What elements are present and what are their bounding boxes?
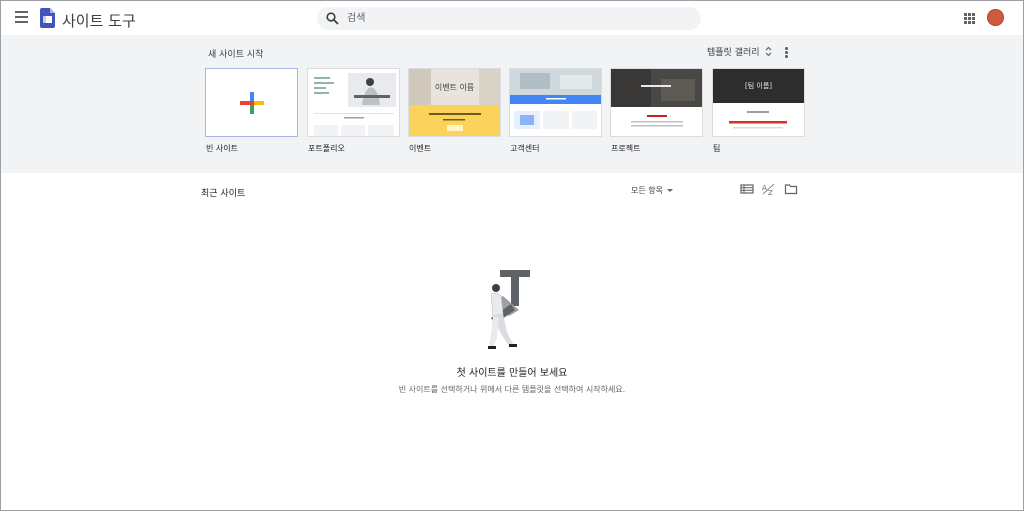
sites-logo-icon <box>40 8 55 28</box>
empty-state-illustration <box>488 270 530 349</box>
template-label: 빈 사이트 <box>206 144 238 153</box>
template-label: 프로젝트 <box>611 144 641 153</box>
app-window: 사이트 도구 새 사이트 시작 템플릿 갤러리 <box>0 0 1024 511</box>
recent-sites-heading: 최근 사이트 <box>201 189 246 199</box>
more-options-icon[interactable] <box>785 47 788 58</box>
portfolio-thumbnail <box>308 69 399 136</box>
template-gallery-label: 템플릿 갤러리 <box>707 48 760 58</box>
template-blank[interactable] <box>205 68 298 137</box>
template-gallery-button[interactable]: 템플릿 갤러리 <box>707 45 772 58</box>
folder-icon[interactable] <box>784 183 798 195</box>
apps-grid-icon[interactable] <box>964 13 975 24</box>
search-bar[interactable] <box>317 7 701 30</box>
event-thumbnail <box>409 69 500 136</box>
project-thumbnail <box>611 69 702 136</box>
list-view-icon[interactable] <box>740 183 754 195</box>
new-site-heading: 새 사이트 시작 <box>208 50 264 60</box>
account-avatar[interactable] <box>987 9 1004 26</box>
empty-state-title: 첫 사이트를 만들어 보세요 <box>456 368 568 379</box>
template-gallery-section: 새 사이트 시작 템플릿 갤러리 빈 사이트 포트폴리오 이벤트 이름 이벤트 … <box>1 35 1023 173</box>
search-icon[interactable] <box>326 12 339 25</box>
empty-state-subtitle: 빈 사이트를 선택하거나 위에서 다른 템플릿을 선택하여 시작하세요. <box>398 385 626 394</box>
team-thumbnail-title: [팀 이름] <box>744 82 772 90</box>
svg-text:Z: Z <box>768 189 773 195</box>
sort-az-icon[interactable]: A Z <box>762 183 776 195</box>
event-thumbnail-title: 이벤트 이름 <box>434 83 475 92</box>
template-help-center[interactable] <box>509 68 602 137</box>
top-app-bar: 사이트 도구 <box>1 1 1023 35</box>
plus-icon <box>240 92 264 114</box>
owner-filter-label: 모든 항목 <box>631 186 663 195</box>
template-label: 이벤트 <box>409 144 432 153</box>
template-portfolio[interactable] <box>307 68 400 137</box>
team-thumbnail <box>713 69 804 136</box>
template-team[interactable]: [팀 이름] <box>712 68 805 137</box>
template-label: 고객센터 <box>510 144 540 153</box>
caret-down-icon <box>666 189 673 192</box>
app-title: 사이트 도구 <box>62 12 136 30</box>
template-label: 팀 <box>713 144 721 153</box>
template-project[interactable] <box>610 68 703 137</box>
unfold-icon <box>765 46 771 57</box>
help-center-thumbnail <box>510 69 601 129</box>
template-label: 포트폴리오 <box>308 144 345 153</box>
hamburger-menu-icon[interactable] <box>15 11 29 23</box>
template-event[interactable]: 이벤트 이름 <box>408 68 501 137</box>
search-input[interactable] <box>347 10 687 27</box>
owner-filter-dropdown[interactable]: 모든 항목 <box>631 185 673 196</box>
